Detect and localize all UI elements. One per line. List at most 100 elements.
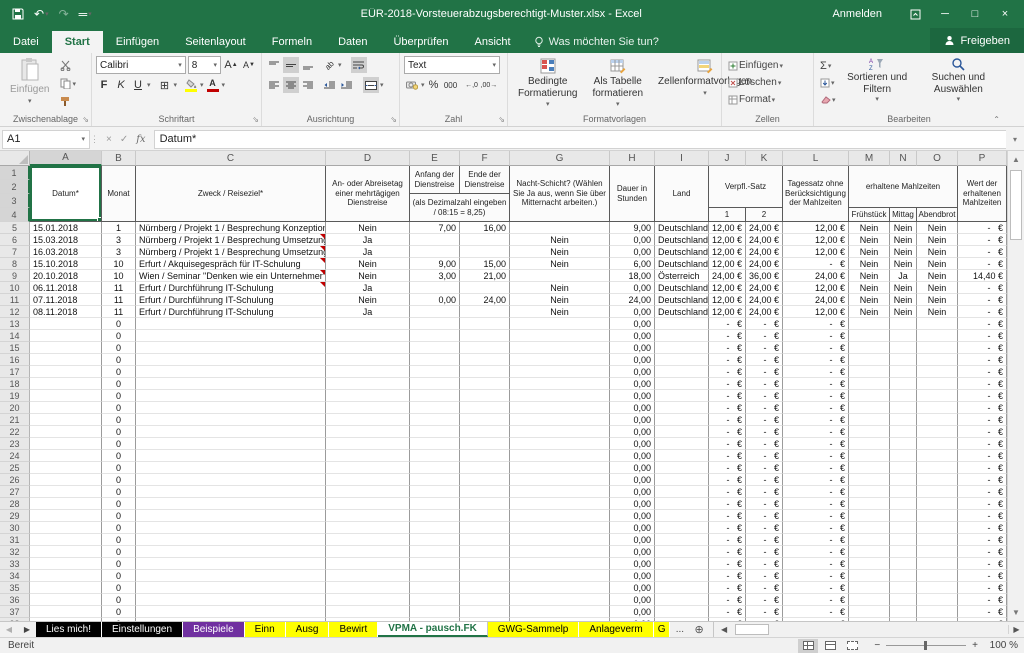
sheet-tab-g[interactable]: G — [654, 622, 670, 637]
cell-D27[interactable] — [326, 486, 410, 498]
cell-J27[interactable]: - € — [709, 486, 746, 498]
cell-K8[interactable]: 24,00 € — [746, 258, 783, 270]
row-header-23[interactable]: 23 — [0, 438, 30, 450]
font-size-combo[interactable]: 8▾ — [188, 56, 221, 74]
cell-F28[interactable] — [460, 498, 510, 510]
header-cell-dauer[interactable]: Dauer in Stunden — [610, 166, 655, 222]
scroll-left-icon[interactable]: ◀ — [716, 625, 732, 634]
cell-I18[interactable] — [655, 378, 709, 390]
row-header-15[interactable]: 15 — [0, 342, 30, 354]
header-cell-ende[interactable]: Ende der Dienstreise — [460, 166, 510, 194]
cell-A14[interactable] — [30, 330, 102, 342]
cell-M19[interactable] — [849, 390, 890, 402]
cell-M24[interactable] — [849, 450, 890, 462]
cell-P37[interactable]: - € — [958, 606, 1007, 618]
cell-N19[interactable] — [890, 390, 917, 402]
cell-A23[interactable] — [30, 438, 102, 450]
cell-G15[interactable] — [510, 342, 610, 354]
cell-P20[interactable]: - € — [958, 402, 1007, 414]
cell-J26[interactable]: - € — [709, 474, 746, 486]
row-header-21[interactable]: 21 — [0, 414, 30, 426]
increase-decimal-button[interactable]: ←,0 — [464, 77, 480, 93]
sheet-tab-gwg-sammelp[interactable]: GWG-Sammelp — [488, 622, 580, 637]
cell-P36[interactable]: - € — [958, 594, 1007, 606]
tab-ueberpruefen[interactable]: Überprüfen — [380, 31, 461, 53]
cell-H36[interactable]: 0,00 — [610, 594, 655, 606]
cell-M5[interactable]: Nein — [849, 222, 890, 234]
column-header-F[interactable]: F — [460, 151, 510, 166]
cell-I17[interactable] — [655, 366, 709, 378]
cell-A6[interactable]: 15.03.2018 — [30, 234, 102, 246]
row-header-4[interactable]: 4 — [0, 208, 30, 222]
cell-O19[interactable] — [917, 390, 958, 402]
cell-I12[interactable]: Deutschland — [655, 306, 709, 318]
wrap-text-button[interactable] — [351, 57, 367, 73]
cell-P33[interactable]: - € — [958, 558, 1007, 570]
cell-F8[interactable]: 15,00 — [460, 258, 510, 270]
row-header-29[interactable]: 29 — [0, 510, 30, 522]
zoom-out-button[interactable]: − — [874, 640, 880, 651]
cell-E13[interactable] — [410, 318, 460, 330]
cell-P34[interactable]: - € — [958, 570, 1007, 582]
cell-J5[interactable]: 12,00 € — [709, 222, 746, 234]
cell-J12[interactable]: 12,00 € — [709, 306, 746, 318]
cell-N33[interactable] — [890, 558, 917, 570]
cell-I29[interactable] — [655, 510, 709, 522]
cell-P16[interactable]: - € — [958, 354, 1007, 366]
scroll-up-icon[interactable]: ▲ — [1008, 151, 1024, 168]
sheet-tab-vpma-pausch-fk[interactable]: VPMA - pausch.FK — [378, 622, 488, 637]
cell-H10[interactable]: 0,00 — [610, 282, 655, 294]
cell-C21[interactable] — [136, 414, 326, 426]
zoom-level[interactable]: 100 % — [986, 640, 1024, 651]
shrink-font-button[interactable]: A▼ — [241, 57, 257, 73]
row-header-19[interactable]: 19 — [0, 390, 30, 402]
cell-K27[interactable]: - € — [746, 486, 783, 498]
cell-G12[interactable]: Nein — [510, 306, 610, 318]
cell-M35[interactable] — [849, 582, 890, 594]
cell-N5[interactable]: Nein — [890, 222, 917, 234]
cell-B15[interactable]: 0 — [102, 342, 136, 354]
cell-N31[interactable] — [890, 534, 917, 546]
cell-H14[interactable]: 0,00 — [610, 330, 655, 342]
cell-L7[interactable]: 12,00 € — [783, 246, 849, 258]
cell-J22[interactable]: - € — [709, 426, 746, 438]
cell-L33[interactable]: - € — [783, 558, 849, 570]
cell-M27[interactable] — [849, 486, 890, 498]
sheet-tab-bewirt[interactable]: Bewirt — [329, 622, 378, 637]
cell-B26[interactable]: 0 — [102, 474, 136, 486]
cell-K14[interactable]: - € — [746, 330, 783, 342]
cell-B17[interactable]: 0 — [102, 366, 136, 378]
column-header-B[interactable]: B — [102, 151, 136, 166]
cell-D25[interactable] — [326, 462, 410, 474]
cell-H33[interactable]: 0,00 — [610, 558, 655, 570]
cell-D33[interactable] — [326, 558, 410, 570]
cell-I13[interactable] — [655, 318, 709, 330]
merge-center-dropdown-icon[interactable]: ▾ — [380, 81, 384, 89]
cell-D20[interactable] — [326, 402, 410, 414]
cell-I14[interactable] — [655, 330, 709, 342]
cell-F26[interactable] — [460, 474, 510, 486]
cell-B29[interactable]: 0 — [102, 510, 136, 522]
paste-button[interactable]: Einfügen ▾ — [4, 56, 55, 111]
bold-button[interactable]: F — [96, 77, 112, 93]
tab-einfuegen[interactable]: Einfügen — [103, 31, 172, 53]
cell-J31[interactable]: - € — [709, 534, 746, 546]
cell-I8[interactable]: Deutschland — [655, 258, 709, 270]
cell-J6[interactable]: 12,00 € — [709, 234, 746, 246]
row-header-2[interactable]: 2 — [0, 180, 30, 194]
row-header-11[interactable]: 11 — [0, 294, 30, 306]
cell-J28[interactable]: - € — [709, 498, 746, 510]
row-header-28[interactable]: 28 — [0, 498, 30, 510]
italic-button[interactable]: K — [113, 77, 129, 93]
cell-N24[interactable] — [890, 450, 917, 462]
cell-I28[interactable] — [655, 498, 709, 510]
row-header-7[interactable]: 7 — [0, 246, 30, 258]
cell-O14[interactable] — [917, 330, 958, 342]
cell-M7[interactable]: Nein — [849, 246, 890, 258]
cell-I30[interactable] — [655, 522, 709, 534]
cell-I20[interactable] — [655, 402, 709, 414]
cell-H32[interactable]: 0,00 — [610, 546, 655, 558]
cell-A9[interactable]: 20.10.2018 — [30, 270, 102, 282]
cell-O6[interactable]: Nein — [917, 234, 958, 246]
horizontal-scrollbar[interactable]: ◀ ▶ — [716, 622, 1024, 637]
